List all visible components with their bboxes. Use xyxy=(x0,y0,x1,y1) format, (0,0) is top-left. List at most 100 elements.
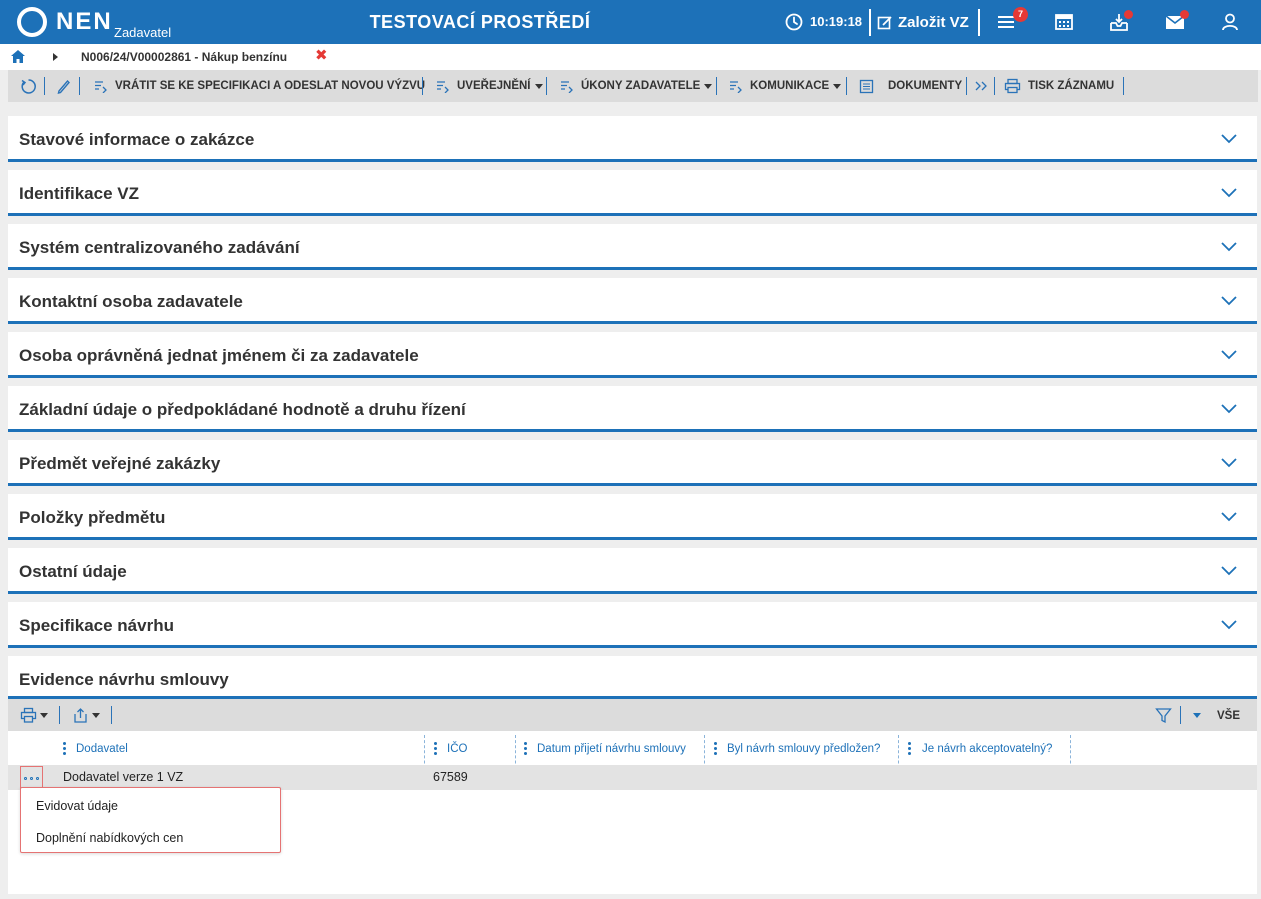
section-authorized-person[interactable]: Osoba oprávněná jednat jménem či za zada… xyxy=(8,332,1257,378)
more-icon xyxy=(30,777,33,780)
section-title: Identifikace VZ xyxy=(19,184,139,203)
section-status-info[interactable]: Stavové informace o zakázce xyxy=(8,116,1257,162)
edit-button[interactable] xyxy=(56,70,71,102)
toolbar-separator xyxy=(846,77,847,95)
section-title: Kontaktní osoba zadavatele xyxy=(19,292,243,311)
chevron-down-icon[interactable] xyxy=(92,713,100,718)
close-icon[interactable]: ✖ xyxy=(315,47,328,65)
main-toolbar: VRÁTIT SE KE SPECIFIKACI A ODESLAT NOVOU… xyxy=(8,70,1258,102)
calendar-icon[interactable] xyxy=(1053,11,1075,33)
toolbar-separator xyxy=(546,77,547,95)
column-header-received-date[interactable]: Datum přijetí návrhu smlouvy xyxy=(537,735,686,763)
toolbar-separator xyxy=(79,77,80,95)
column-header-acceptable[interactable]: Je návrh akceptovatelný? xyxy=(922,735,1052,763)
create-vz-label: Založit VZ xyxy=(898,14,969,31)
section-other-data[interactable]: Ostatní údaje xyxy=(8,548,1257,594)
printer-icon xyxy=(1004,78,1021,94)
tasks-badge: 7 xyxy=(1013,7,1028,22)
environment-title: TESTOVACÍ PROSTŘEDÍ xyxy=(369,12,591,32)
return-to-specification-button[interactable]: VRÁTIT SE KE SPECIFIKACI A ODESLAT NOVOU… xyxy=(94,70,425,102)
toolbar-separator xyxy=(716,77,717,95)
column-menu-icon[interactable] xyxy=(434,742,437,755)
column-header-ico[interactable]: IČO xyxy=(447,735,467,763)
printer-icon[interactable] xyxy=(20,707,37,724)
section-basic-value-info[interactable]: Základní údaje o předpokládané hodnotě a… xyxy=(8,386,1257,432)
cell-ico: 67589 xyxy=(433,770,468,784)
refresh-button[interactable] xyxy=(20,70,37,102)
chevron-down-icon xyxy=(1221,566,1237,576)
section-identification[interactable]: Identifikace VZ xyxy=(8,170,1257,216)
user-icon[interactable] xyxy=(1219,11,1241,33)
menu-item-add-bid-prices[interactable]: Doplnění nabídkových cen xyxy=(36,830,183,846)
section-title: Předmět veřejné zakázky xyxy=(19,454,221,473)
toolbar-separator xyxy=(111,706,112,724)
chevron-down-icon xyxy=(1221,242,1237,252)
actions-label: ÚKONY ZADAVATELE xyxy=(581,80,701,92)
documents-label: DOKUMENTY xyxy=(888,80,963,92)
menu-item-record-data[interactable]: Evidovat údaje xyxy=(36,798,118,814)
chevron-down-icon xyxy=(1221,404,1237,414)
column-header-supplier[interactable]: Dodavatel xyxy=(76,735,128,763)
section-contract-subject[interactable]: Předmět veřejné zakázky xyxy=(8,440,1257,486)
contracting-actions-menu[interactable]: ÚKONY ZADAVATELE xyxy=(560,70,713,102)
column-menu-icon[interactable] xyxy=(524,742,527,755)
filter-all-button[interactable]: VŠE xyxy=(1217,710,1240,722)
column-header-submitted[interactable]: Byl návrh smlouvy předložen? xyxy=(727,735,880,763)
grid-toolbar: VŠE xyxy=(8,699,1257,731)
double-chevron-icon xyxy=(975,81,987,91)
section-contract-evidence: Evidence návrhu smlouvy VŠE Dodavatel IČ… xyxy=(8,656,1257,894)
breadcrumb-current[interactable]: N006/24/V00002861 - Nákup benzínu xyxy=(81,50,287,64)
section-title: Systém centralizovaného zadávání xyxy=(19,238,300,257)
documents-button[interactable]: DOKUMENTY xyxy=(859,70,962,102)
section-contact-person[interactable]: Kontaktní osoba zadavatele xyxy=(8,278,1257,324)
section-title: Stavové informace o zakázce xyxy=(19,130,255,149)
top-header: NEN Zadavatel TESTOVACÍ PROSTŘEDÍ 10:19:… xyxy=(0,0,1261,44)
chevron-down-icon xyxy=(1221,512,1237,522)
export-icon[interactable] xyxy=(72,707,89,724)
nen-logo-icon xyxy=(17,7,47,37)
print-record-button[interactable]: TISK ZÁZNAMU xyxy=(1004,70,1114,102)
publish-menu[interactable]: UVEŘEJNĚNÍ xyxy=(436,70,543,102)
chevron-down-icon xyxy=(534,83,543,89)
column-menu-icon[interactable] xyxy=(714,742,717,755)
communication-menu[interactable]: KOMUNIKACE xyxy=(729,70,842,102)
toolbar-separator xyxy=(1123,77,1124,95)
chevron-down-icon xyxy=(833,83,842,89)
chevron-down-icon xyxy=(1221,296,1237,306)
chevron-down-icon xyxy=(1221,350,1237,360)
edit-icon xyxy=(877,15,892,29)
section-subject-items[interactable]: Položky předmětu xyxy=(8,494,1257,540)
create-vz-button[interactable]: Založit VZ xyxy=(877,9,969,36)
nen-logo[interactable]: NEN xyxy=(16,5,113,39)
print-label: TISK ZÁZNAMU xyxy=(1028,80,1115,92)
breadcrumb-arrow-icon xyxy=(53,53,58,61)
return-label: VRÁTIT SE KE SPECIFIKACI A ODESLAT NOVOU… xyxy=(115,80,426,92)
action-list-icon xyxy=(95,81,107,93)
row-context-menu: Evidovat údaje Doplnění nabídkových cen xyxy=(20,787,281,853)
clock-time: 10:19:18 xyxy=(810,14,863,29)
chevron-down-icon xyxy=(1221,458,1237,468)
more-toolbar-button[interactable] xyxy=(974,70,989,102)
home-icon[interactable] xyxy=(11,50,25,63)
section-header[interactable]: Evidence návrhu smlouvy xyxy=(8,656,1257,699)
column-menu-icon[interactable] xyxy=(908,742,911,755)
section-centralized-system[interactable]: Systém centralizovaného zadávání xyxy=(8,224,1257,270)
action-list-icon xyxy=(437,81,449,93)
chevron-down-icon xyxy=(1221,188,1237,198)
header-divider xyxy=(869,9,871,36)
section-proposal-specification[interactable]: Specifikace návrhu xyxy=(8,602,1257,648)
communication-label: KOMUNIKACE xyxy=(750,80,830,92)
section-title: Evidence návrhu smlouvy xyxy=(19,670,229,689)
toolbar-separator xyxy=(59,706,60,724)
filter-icon[interactable] xyxy=(1155,707,1172,724)
toolbar-separator xyxy=(994,77,995,95)
column-menu-icon[interactable] xyxy=(63,742,66,755)
chevron-down-icon[interactable] xyxy=(40,713,48,718)
mail-notification-dot xyxy=(1180,10,1189,19)
logo-text: NEN xyxy=(56,8,113,35)
section-title: Položky předmětu xyxy=(19,508,166,527)
row-actions-button[interactable] xyxy=(20,766,43,789)
chevron-down-icon[interactable] xyxy=(1193,713,1201,718)
clock-icon xyxy=(785,13,803,31)
pencil-icon xyxy=(57,79,70,94)
